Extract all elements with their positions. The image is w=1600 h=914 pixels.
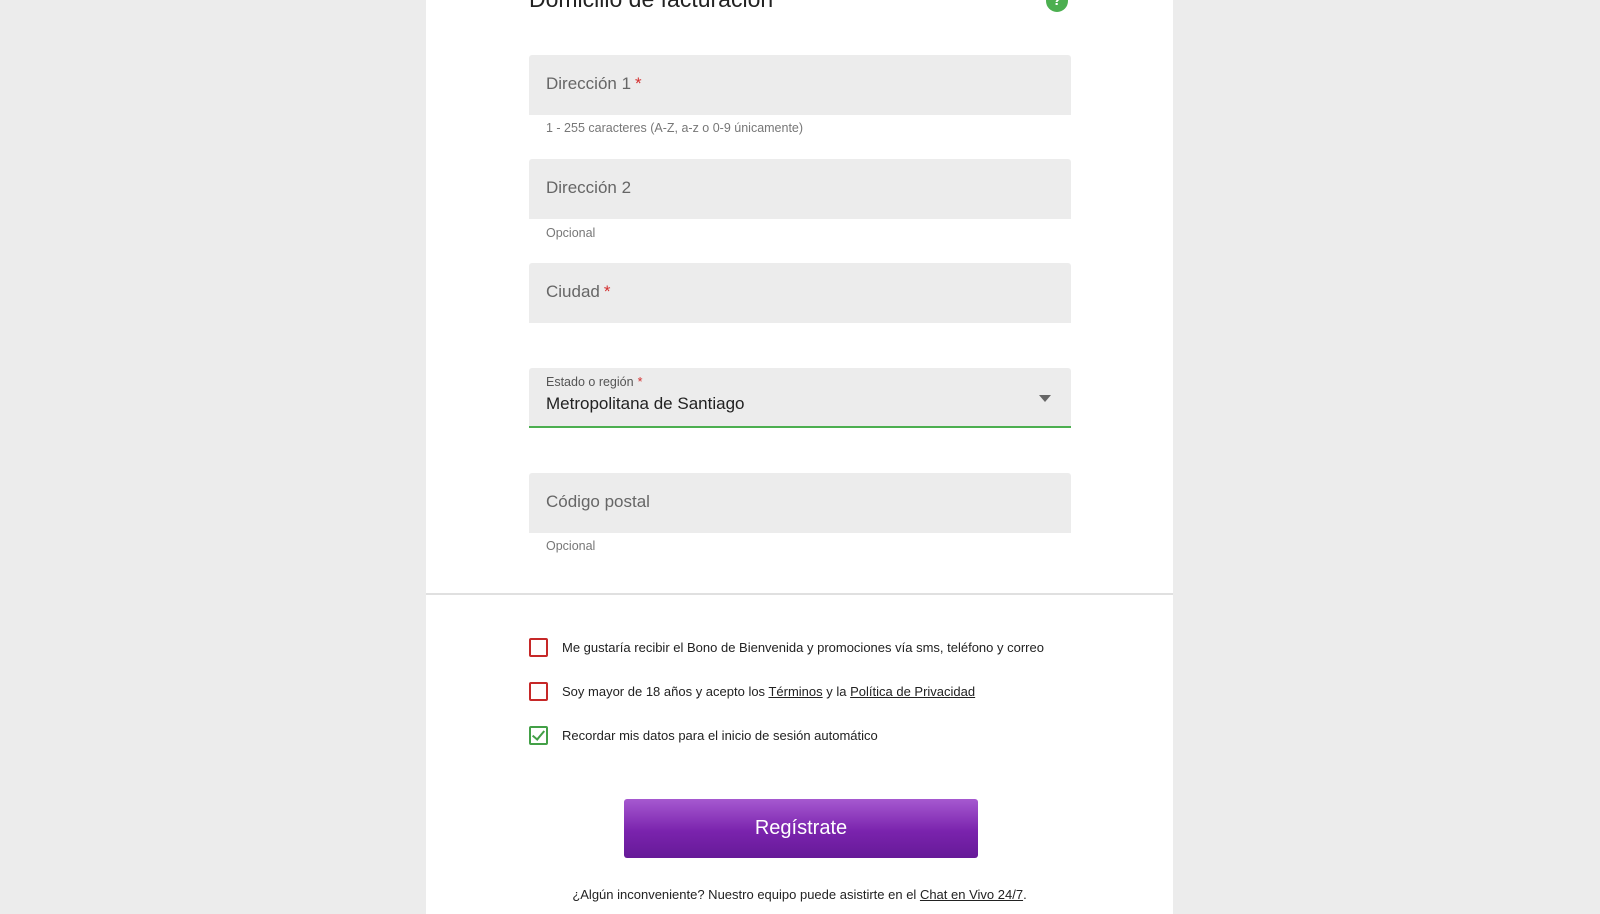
promos-consent-text: Me gustaría recibir el Bono de Bienvenid… [562,639,1044,655]
address2-field[interactable]: Dirección 2 [529,159,1071,219]
address2-label: Dirección 2 [546,178,632,197]
remember-me-row: Recordar mis datos para el inicio de ses… [529,724,878,746]
terms-link[interactable]: Términos [768,684,822,699]
section-title: Domicilio de facturación [529,0,773,13]
address1-label: Dirección 1 * [546,74,642,93]
city-field[interactable]: Ciudad * [529,263,1071,323]
promos-consent-row: Me gustaría recibir el Bono de Bienvenid… [529,636,1044,658]
postal-code-field[interactable]: Código postal [529,473,1071,533]
address1-field[interactable]: Dirección 1 * [529,55,1071,115]
region-label: Estado o región * [546,375,643,389]
region-select[interactable]: Estado o región * Metropolitana de Santia… [529,368,1071,428]
terms-consent-row: Soy mayor de 18 años y acepto los Términ… [529,680,975,702]
terms-consent-text: Soy mayor de 18 años y acepto los Términ… [562,683,976,699]
required-mark: * [603,282,611,301]
privacy-policy-link[interactable]: Política de Privacidad [850,684,975,699]
live-chat-link[interactable]: Chat en Vivo 24/7 [920,887,1023,902]
postal-code-label: Código postal [546,492,650,511]
city-label: Ciudad * [546,282,611,301]
address1-hint: 1 - 255 caracteres (A-Z, a-z o 0-9 única… [546,121,804,135]
chevron-down-icon[interactable] [1039,395,1051,402]
support-footer: ¿Algún inconveniente? Nuestro equipo pue… [572,887,1027,902]
required-mark: * [637,375,643,389]
question-circle-icon[interactable]: ? [1046,0,1068,12]
terms-checkbox[interactable] [529,681,548,701]
register-button[interactable]: Regístrate [624,799,978,858]
promos-checkbox[interactable] [529,637,548,657]
section-divider [426,593,1173,595]
address2-hint: Opcional [546,226,596,240]
remember-me-checkbox[interactable] [529,725,548,745]
postal-code-hint: Opcional [546,539,596,553]
region-value: Metropolitana de Santiago [546,394,745,413]
required-mark: * [635,74,642,93]
remember-me-text: Recordar mis datos para el inicio de ses… [562,727,878,743]
registration-card: Domicilio de facturación ? Dirección 1* … [426,0,1173,914]
